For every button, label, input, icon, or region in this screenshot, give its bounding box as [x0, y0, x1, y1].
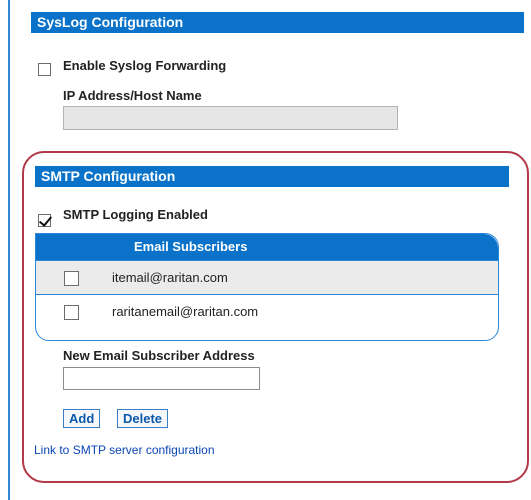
delete-button[interactable]: Delete [117, 409, 169, 428]
enable-syslog-label: Enable Syslog Forwarding [63, 58, 227, 73]
subscriber-checkbox[interactable] [64, 305, 79, 320]
smtp-section-header: SMTP Configuration [35, 166, 509, 187]
ip-address-input[interactable] [63, 106, 398, 130]
email-subscribers-header: Email Subscribers [36, 234, 498, 260]
enable-syslog-checkbox[interactable] [38, 63, 51, 76]
email-subscribers-table: Email Subscribers itemail@raritan.com ra… [35, 233, 499, 341]
smtp-logging-label: SMTP Logging Enabled [63, 207, 208, 222]
subscriber-email: raritanemail@raritan.com [112, 304, 259, 319]
smtp-logging-checkbox[interactable] [38, 214, 51, 227]
left-border-rule [8, 0, 10, 500]
subscriber-checkbox[interactable] [64, 271, 79, 286]
new-email-input[interactable] [63, 367, 260, 390]
table-row: raritanemail@raritan.com [36, 294, 498, 328]
subscriber-email: itemail@raritan.com [112, 270, 228, 285]
new-email-address-label: New Email Subscriber Address [63, 348, 255, 363]
add-button[interactable]: Add [63, 409, 101, 428]
table-row: itemail@raritan.com [36, 260, 498, 294]
syslog-section-header: SysLog Configuration [31, 12, 524, 33]
smtp-server-config-link[interactable]: Link to SMTP server configuration [34, 443, 215, 457]
ip-address-label: IP Address/Host Name [63, 88, 202, 103]
